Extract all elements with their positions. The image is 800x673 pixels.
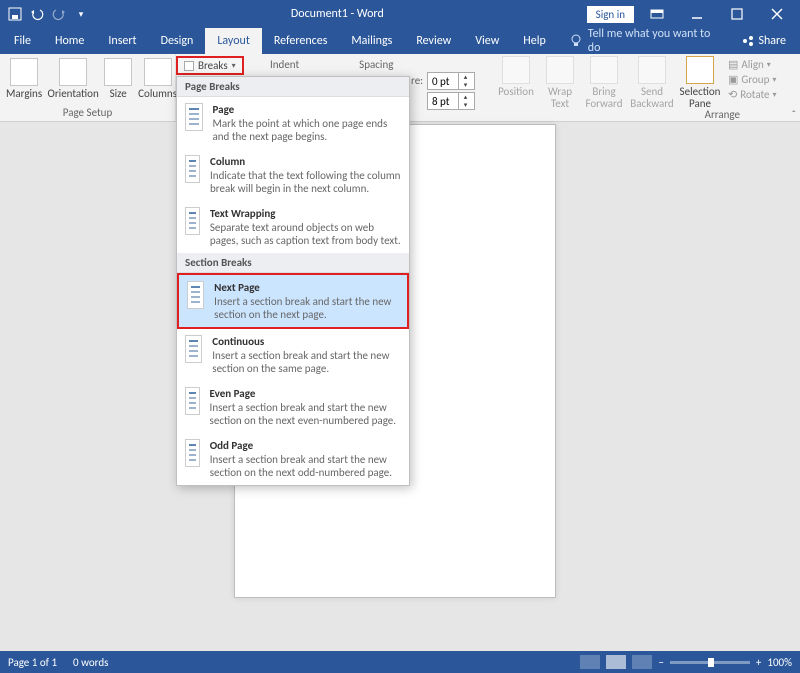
spacing-before-input[interactable]: ▴▾ [427, 72, 475, 90]
page-count[interactable]: Page 1 of 1 [8, 656, 57, 669]
chevron-down-icon: ▾ [232, 61, 236, 71]
status-bar: Page 1 of 1 0 words − + 100% [0, 651, 800, 673]
ribbon-display-icon[interactable] [640, 0, 674, 28]
maximize-button[interactable] [720, 0, 754, 28]
break-continuous-item[interactable]: ContinuousInsert a section break and sta… [177, 329, 409, 381]
spin-down-icon[interactable]: ▾ [458, 101, 472, 109]
tab-view[interactable]: View [463, 28, 511, 54]
zoom-level[interactable]: 100% [767, 656, 792, 669]
undo-icon[interactable] [30, 7, 44, 21]
minimize-button[interactable] [680, 0, 714, 28]
page-break-icon [185, 103, 203, 131]
indent-label: Indent [270, 58, 299, 71]
column-break-icon [185, 155, 200, 183]
send-backward-icon [638, 56, 666, 84]
share-button[interactable]: Share [728, 28, 800, 54]
wrap-text-icon [546, 56, 574, 84]
close-button[interactable] [760, 0, 794, 28]
qat-customize-icon[interactable]: ▾ [74, 7, 88, 21]
zoom-slider[interactable] [670, 661, 750, 664]
send-backward-button[interactable]: Send Backward [628, 54, 676, 110]
spacing-after-value[interactable] [428, 95, 458, 108]
read-mode-button[interactable] [580, 655, 600, 669]
position-icon [502, 56, 530, 84]
word-count[interactable]: 0 words [73, 656, 108, 669]
web-layout-button[interactable] [632, 655, 652, 669]
position-button[interactable]: Position [492, 54, 540, 98]
selection-pane-button[interactable]: Selection Pane [676, 54, 724, 110]
tell-me-search[interactable]: Tell me what you want to do [558, 28, 729, 54]
text-wrapping-break-icon [185, 207, 200, 235]
ribbon-tabs: File Home Insert Design Layout Reference… [0, 28, 800, 54]
breaks-label: Breaks [198, 59, 228, 72]
save-icon[interactable] [8, 7, 22, 21]
breaks-icon [184, 61, 194, 71]
bring-forward-button[interactable]: Bring Forward [580, 54, 628, 110]
even-page-break-icon [185, 387, 200, 415]
orientation-button[interactable]: Orientation [48, 56, 98, 100]
orientation-icon [59, 58, 87, 86]
continuous-break-icon [185, 335, 202, 363]
selection-pane-icon [686, 56, 714, 84]
section-breaks-header: Section Breaks [177, 253, 409, 273]
break-even-page-item[interactable]: Even PageInsert a section break and star… [177, 381, 409, 433]
share-label: Share [758, 34, 786, 48]
zoom-in-button[interactable]: + [756, 656, 761, 669]
odd-page-break-icon [185, 439, 200, 467]
margins-button[interactable]: Margins [6, 56, 42, 100]
lightbulb-icon [570, 34, 582, 48]
spacing-before-label: re: [411, 74, 423, 87]
break-next-page-item[interactable]: Next PageInsert a section break and star… [177, 273, 409, 329]
title-bar: ▾ Document1 - Word Sign in [0, 0, 800, 28]
sign-in-button[interactable]: Sign in [587, 6, 634, 23]
next-page-break-icon [187, 281, 204, 309]
redo-icon[interactable] [52, 7, 66, 21]
spacing-after-input[interactable]: ▴▾ [427, 92, 475, 110]
break-odd-page-item[interactable]: Odd PageInsert a section break and start… [177, 433, 409, 485]
page-setup-group-label: Page Setup [6, 104, 169, 119]
breaks-dropdown: Page Breaks PageMark the point at which … [176, 76, 410, 486]
tab-review[interactable]: Review [404, 28, 463, 54]
tab-file[interactable]: File [0, 28, 43, 54]
break-column-item[interactable]: ColumnIndicate that the text following t… [177, 149, 409, 201]
tab-home[interactable]: Home [43, 28, 96, 54]
tab-design[interactable]: Design [149, 28, 206, 54]
tab-help[interactable]: Help [511, 28, 558, 54]
page-breaks-header: Page Breaks [177, 77, 409, 97]
breaks-button[interactable]: Breaks ▾ [176, 56, 244, 75]
collapse-ribbon-icon[interactable]: ˆ [792, 108, 796, 121]
tab-references[interactable]: References [262, 28, 340, 54]
spin-down-icon[interactable]: ▾ [458, 81, 472, 89]
group-button[interactable]: ▣Group▾ [728, 73, 776, 86]
columns-icon [144, 58, 172, 86]
size-icon [104, 58, 132, 86]
align-icon: ▤ [728, 58, 738, 71]
print-layout-button[interactable] [606, 655, 626, 669]
share-icon [742, 35, 754, 47]
group-icon: ▣ [728, 73, 738, 86]
wrap-text-button[interactable]: Wrap Text [540, 54, 580, 110]
size-button[interactable]: Size [104, 56, 132, 100]
margins-icon [10, 58, 38, 86]
rotate-button[interactable]: ⟲Rotate▾ [728, 88, 776, 101]
zoom-out-button[interactable]: − [658, 656, 663, 669]
tell-me-label: Tell me what you want to do [588, 27, 717, 55]
tab-layout[interactable]: Layout [205, 28, 262, 54]
spacing-before-value[interactable] [428, 75, 458, 88]
tab-insert[interactable]: Insert [96, 28, 148, 54]
window-title: Document1 - Word [88, 7, 587, 21]
columns-button[interactable]: Columns [138, 56, 177, 100]
tab-mailings[interactable]: Mailings [339, 28, 404, 54]
break-text-wrapping-item[interactable]: Text WrappingSeparate text around object… [177, 201, 409, 253]
align-button[interactable]: ▤Align▾ [728, 58, 776, 71]
spacing-label: Spacing [359, 58, 393, 71]
rotate-icon: ⟲ [728, 88, 737, 101]
arrange-group-label: Arrange [705, 108, 740, 121]
break-page-item[interactable]: PageMark the point at which one page end… [177, 97, 409, 149]
bring-forward-icon [590, 56, 618, 84]
